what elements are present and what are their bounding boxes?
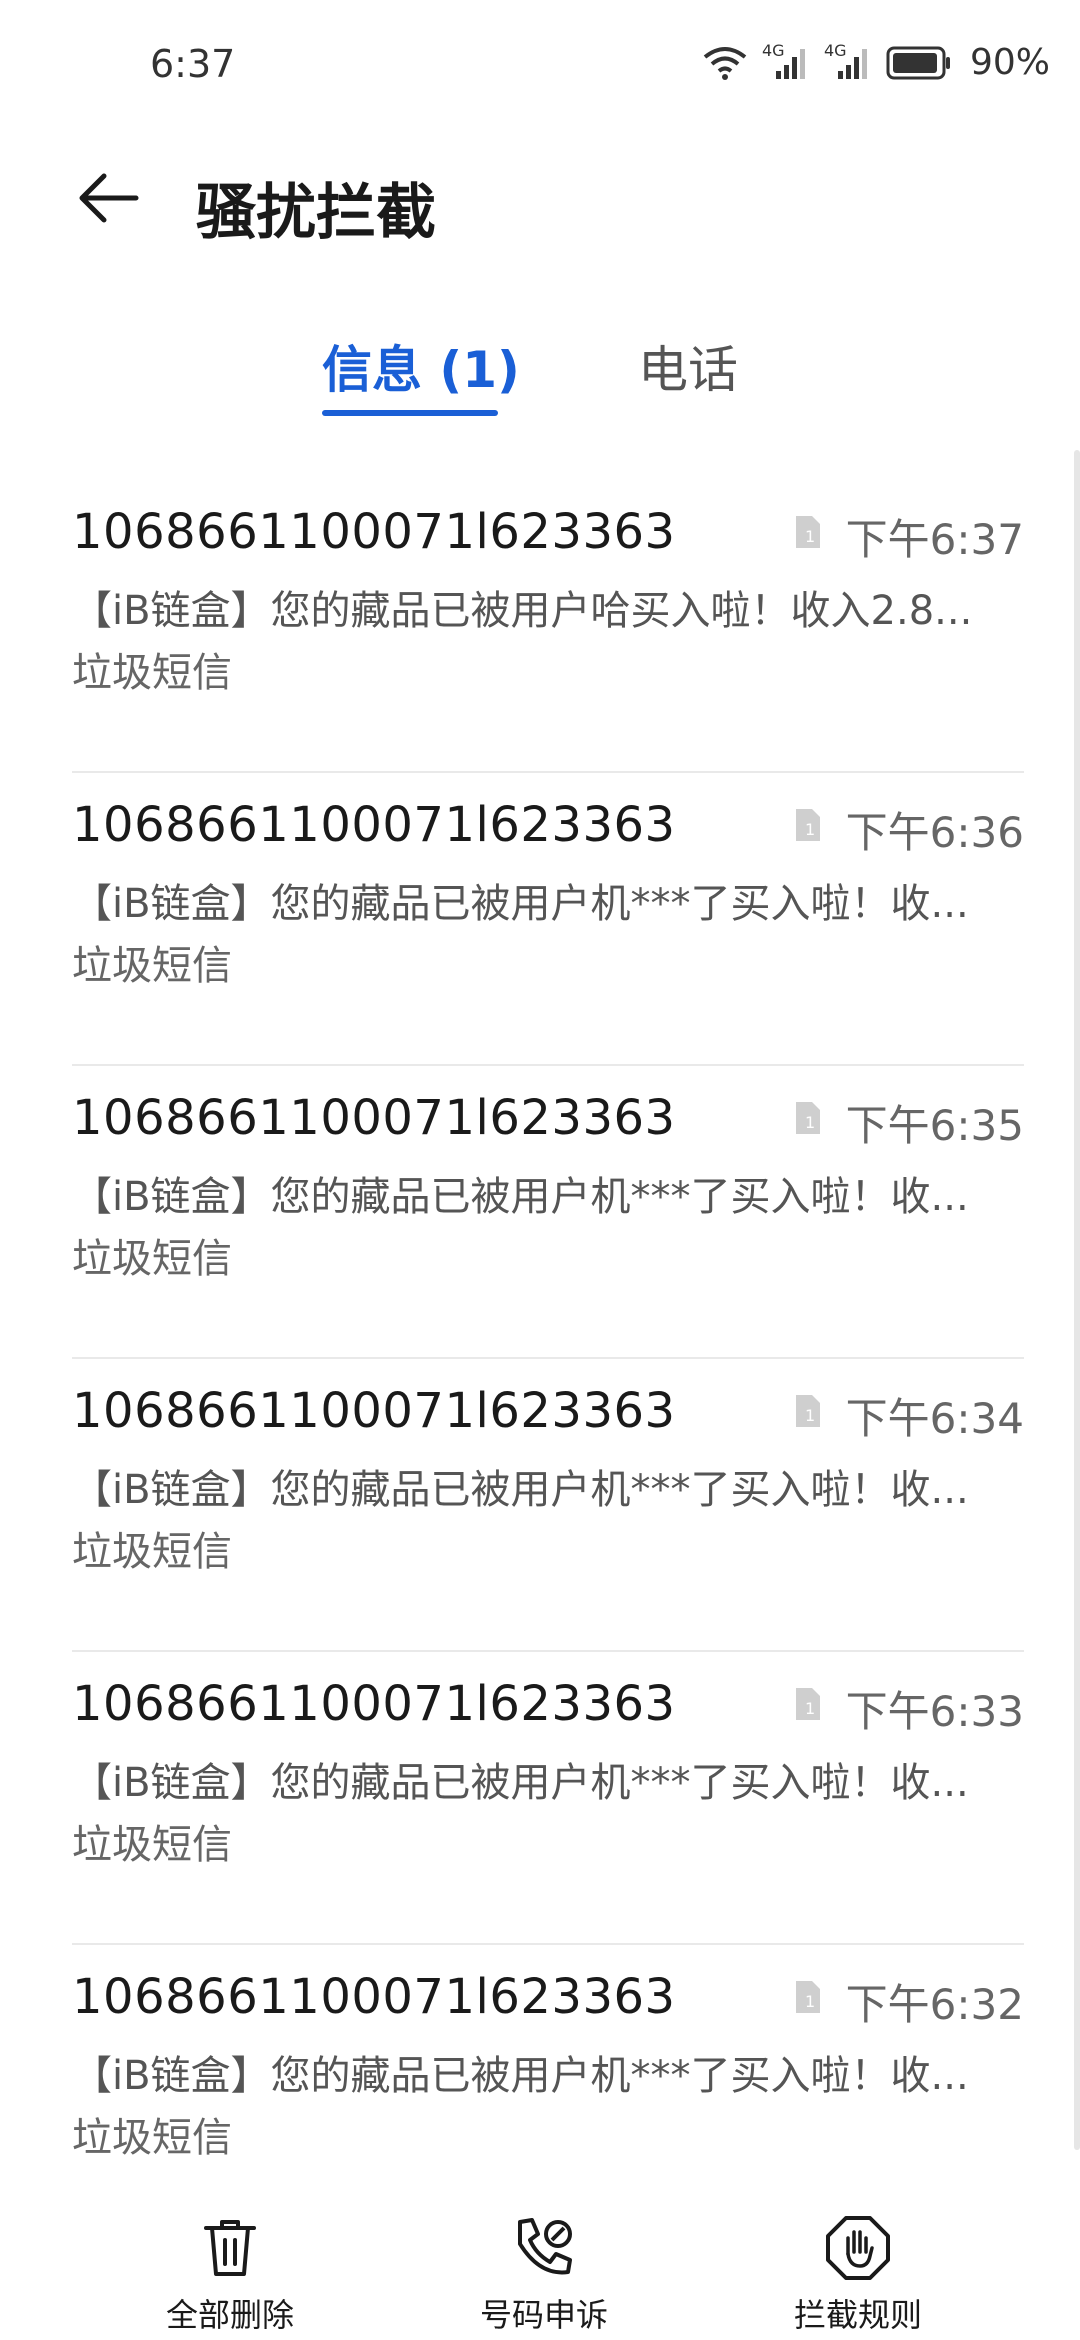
svg-text:1: 1 xyxy=(805,1699,815,1718)
status-bar: 6:37 4G 4G 90% xyxy=(0,0,1080,130)
wifi-icon xyxy=(703,46,747,80)
sender-number: 1068661100071l623363 xyxy=(72,504,676,560)
bottom-action-bar: 全部删除 号码申诉 拦截规则 xyxy=(0,2210,1080,2340)
spam-tag: 垃圾短信 xyxy=(72,943,232,989)
signal-1-icon: 4G xyxy=(762,41,810,81)
list-item[interactable]: 1068661100071l623363 1 下午6:35 【iB链盒】您的藏品… xyxy=(72,1066,1024,1359)
signal-2-icon: 4G xyxy=(824,41,872,81)
number-appeal-button[interactable]: 号码申诉 xyxy=(424,2210,664,2336)
delete-all-label: 全部删除 xyxy=(165,2296,294,2334)
back-button[interactable] xyxy=(72,162,144,234)
battery-percent: 90% xyxy=(969,42,1050,83)
sender-number: 1068661100071l623363 xyxy=(72,1969,676,2025)
message-preview: 【iB链盒】您的藏品已被用户机***了买入啦！收... xyxy=(72,1760,969,1806)
sim-card-icon: 1 xyxy=(796,1688,820,1720)
spam-tag: 垃圾短信 xyxy=(72,1529,232,1575)
number-appeal-label: 号码申诉 xyxy=(479,2296,608,2334)
sim-card-icon: 1 xyxy=(796,1395,820,1427)
tab-messages[interactable]: 信息 (1) xyxy=(322,330,520,420)
svg-text:1: 1 xyxy=(805,527,815,546)
status-icons: 4G 4G 90% xyxy=(702,41,1050,83)
tab-indicator xyxy=(322,410,498,416)
page-title: 骚扰拦截 xyxy=(196,178,436,248)
sender-number: 1068661100071l623363 xyxy=(72,1090,676,1146)
spam-tag: 垃圾短信 xyxy=(72,650,232,696)
svg-text:1: 1 xyxy=(805,1406,815,1425)
arrow-left-icon xyxy=(79,173,139,223)
message-time: 下午6:36 xyxy=(845,808,1024,857)
svg-text:1: 1 xyxy=(805,1992,815,2011)
message-time: 下午6:32 xyxy=(845,1980,1024,2029)
app-bar: 骚扰拦截 xyxy=(0,140,1080,260)
svg-text:1: 1 xyxy=(805,820,815,839)
message-time: 下午6:37 xyxy=(845,515,1024,564)
message-preview: 【iB链盒】您的藏品已被用户机***了买入啦！收... xyxy=(72,881,969,927)
sim-card-icon: 1 xyxy=(796,1102,820,1134)
spam-tag: 垃圾短信 xyxy=(72,1236,232,1282)
svg-text:1: 1 xyxy=(805,1113,815,1132)
message-list: 1068661100071l623363 1 下午6:37 【iB链盒】您的藏品… xyxy=(72,480,1024,2238)
block-rules-button[interactable]: 拦截规则 xyxy=(738,2210,978,2336)
sim-card-icon: 1 xyxy=(796,516,820,548)
sender-number: 1068661100071l623363 xyxy=(72,1383,676,1439)
trash-icon xyxy=(204,2220,256,2276)
block-rules-label: 拦截规则 xyxy=(793,2296,922,2334)
list-item[interactable]: 1068661100071l623363 1 下午6:32 【iB链盒】您的藏品… xyxy=(72,1945,1024,2238)
message-preview: 【iB链盒】您的藏品已被用户机***了买入啦！收... xyxy=(72,1467,969,1513)
status-time: 6:37 xyxy=(150,42,236,86)
message-time: 下午6:35 xyxy=(845,1101,1024,1150)
list-item[interactable]: 1068661100071l623363 1 下午6:33 【iB链盒】您的藏品… xyxy=(72,1652,1024,1945)
scrollbar[interactable] xyxy=(1074,450,1080,2150)
message-time: 下午6:33 xyxy=(845,1687,1024,1736)
sender-number: 1068661100071l623363 xyxy=(72,1676,676,1732)
hand-stop-icon xyxy=(826,2216,890,2280)
message-preview: 【iB链盒】您的藏品已被用户机***了买入啦！收... xyxy=(72,1174,969,1220)
sim-card-icon: 1 xyxy=(796,1981,820,2013)
phone-appeal-icon xyxy=(518,2218,572,2275)
message-time: 下午6:34 xyxy=(845,1394,1024,1443)
spam-tag: 垃圾短信 xyxy=(72,1822,232,1868)
sim-card-icon: 1 xyxy=(796,809,820,841)
tab-calls[interactable]: 电话 xyxy=(638,330,738,420)
list-item[interactable]: 1068661100071l623363 1 下午6:37 【iB链盒】您的藏品… xyxy=(72,480,1024,773)
sender-number: 1068661100071l623363 xyxy=(72,797,676,853)
list-item[interactable]: 1068661100071l623363 1 下午6:34 【iB链盒】您的藏品… xyxy=(72,1359,1024,1652)
battery-icon xyxy=(886,46,950,79)
spam-tag: 垃圾短信 xyxy=(72,2115,232,2161)
tab-bar: 信息 (1) 电话 xyxy=(0,330,1080,420)
message-preview: 【iB链盒】您的藏品已被用户哈买入啦！收入2.8... xyxy=(72,588,973,634)
message-preview: 【iB链盒】您的藏品已被用户机***了买入啦！收... xyxy=(72,2053,969,2099)
delete-all-button[interactable]: 全部删除 xyxy=(110,2210,350,2336)
list-item[interactable]: 1068661100071l623363 1 下午6:36 【iB链盒】您的藏品… xyxy=(72,773,1024,1066)
